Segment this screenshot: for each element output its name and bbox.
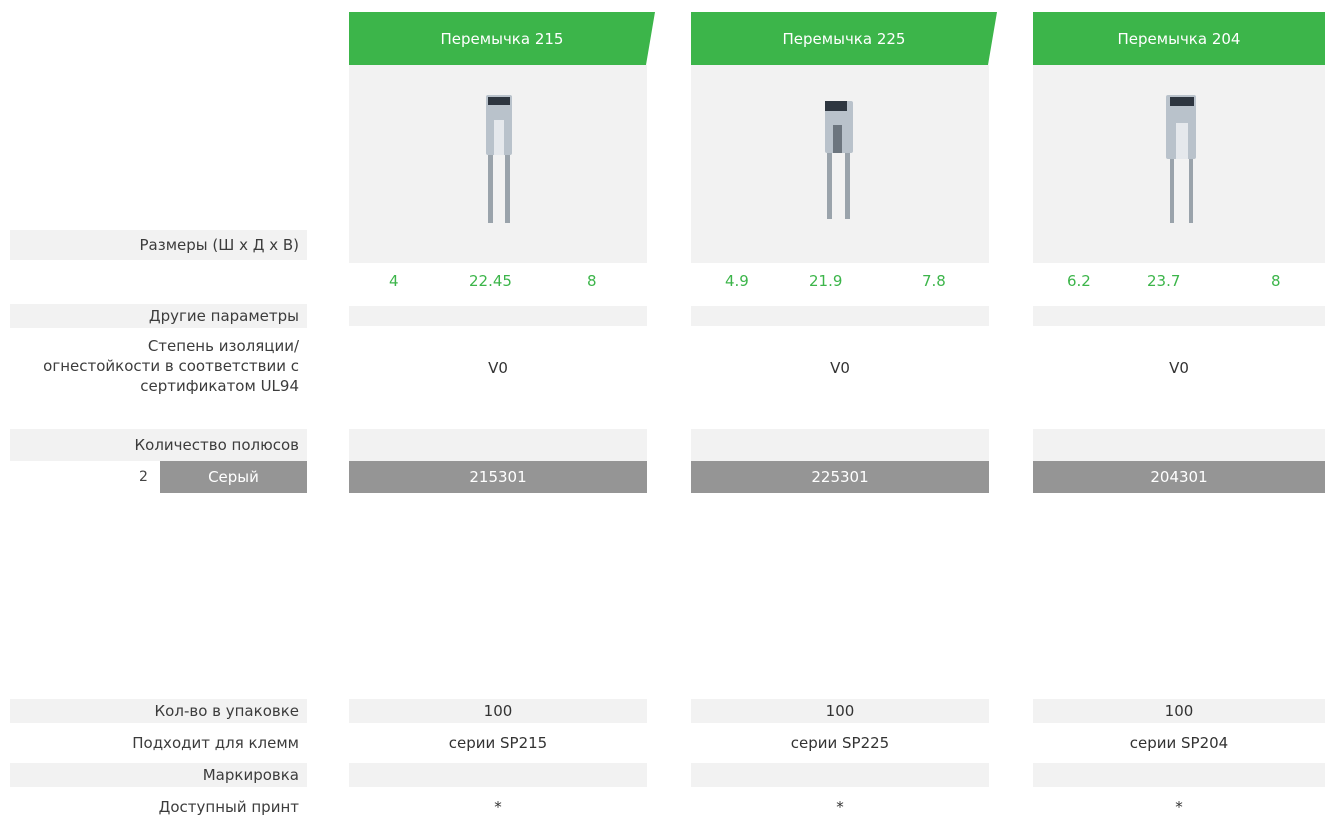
pack-qty-value: 100 [349, 699, 647, 723]
dim-height: 8 [1271, 272, 1281, 290]
dim-width: 4 [389, 272, 399, 290]
dim-height: 8 [587, 272, 597, 290]
insulation-label-line2: огнестойкости в соответствии с [43, 357, 299, 375]
color-badge: Серый [160, 461, 307, 493]
dim-length: 22.45 [469, 272, 512, 290]
poles-cell [691, 429, 989, 461]
product-image-box [691, 65, 989, 263]
other-params-cell [1033, 306, 1325, 326]
row-label-other-params: Другие параметры [10, 304, 307, 328]
series-value: серии SP204 [1129, 734, 1229, 752]
dim-height: 7.8 [922, 272, 946, 290]
dimensions-values: 4 22.45 8 [349, 269, 647, 293]
dim-length: 23.7 [1147, 272, 1181, 290]
marking-cell [1033, 763, 1325, 787]
other-params-cell [349, 306, 647, 326]
poles-cell [1033, 429, 1325, 461]
insulation-label-line3: сертификатом UL94 [140, 377, 299, 395]
other-params-cell [691, 306, 989, 326]
row-label-marking: Маркировка [10, 763, 307, 787]
dimensions-values: 4.9 21.9 7.8 [691, 269, 989, 293]
product-image-box [349, 65, 647, 263]
insulation-label-line1: Степень изоляции/ [147, 337, 299, 355]
row-label-dimensions: Размеры (Ш х Д х В) [10, 230, 307, 260]
poles-cell [349, 429, 647, 461]
series-value: серии SP215 [448, 734, 548, 752]
jumper-image [825, 101, 853, 219]
row-label-insulation: Степень изоляции/ огнестойкости в соотве… [10, 336, 307, 400]
article-number: 225301 [691, 461, 989, 493]
print-value: * [836, 798, 844, 816]
row-label-pack-qty: Кол-во в упаковке [10, 699, 307, 723]
jumper-image [1166, 95, 1196, 223]
print-value: * [494, 798, 502, 816]
article-number: 215301 [349, 461, 647, 493]
dimensions-values: 6.2 23.7 8 [1033, 269, 1325, 293]
product-header[interactable]: Перемычка 215 [349, 12, 655, 65]
print-value: * [1175, 798, 1183, 816]
product-header[interactable]: Перемычка 204 [1033, 12, 1325, 65]
insulation-value: V0 [830, 359, 850, 377]
row-label-poles: Количество полюсов [10, 429, 307, 461]
dim-width: 4.9 [725, 272, 749, 290]
dim-width: 6.2 [1067, 272, 1091, 290]
marking-cell [349, 763, 647, 787]
row-label-fits: Подходит для клемм [132, 734, 299, 752]
product-title: Перемычка 204 [1117, 29, 1241, 48]
marking-cell [691, 763, 989, 787]
pack-qty-value: 100 [1033, 699, 1325, 723]
product-title: Перемычка 225 [782, 29, 906, 48]
series-value: серии SP225 [790, 734, 890, 752]
product-header[interactable]: Перемычка 225 [691, 12, 997, 65]
pole-count: 2 [139, 469, 148, 485]
row-label-print: Доступный принт [158, 798, 299, 816]
pack-qty-value: 100 [691, 699, 989, 723]
insulation-value: V0 [1169, 359, 1189, 377]
article-number: 204301 [1033, 461, 1325, 493]
product-image-box [1033, 65, 1325, 263]
insulation-value: V0 [488, 359, 508, 377]
dim-length: 21.9 [809, 272, 843, 290]
jumper-image [486, 95, 512, 223]
product-title: Перемычка 215 [440, 29, 564, 48]
